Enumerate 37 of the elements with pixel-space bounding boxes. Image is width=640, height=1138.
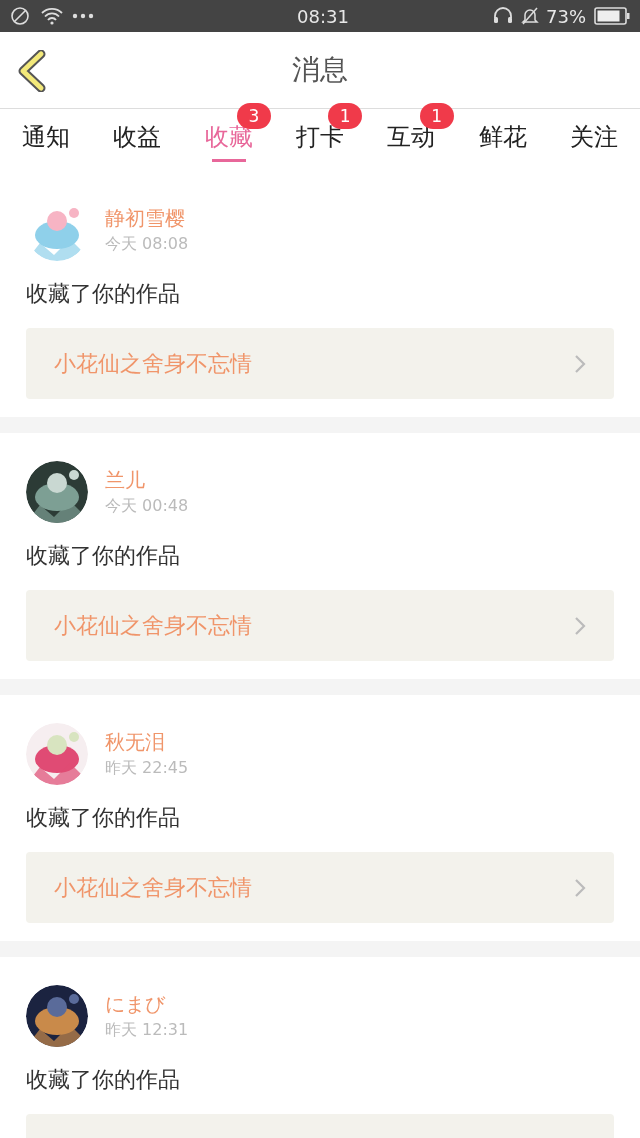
wifi-icon: [40, 6, 64, 26]
more-icon: [72, 13, 94, 19]
user-name[interactable]: 兰儿: [105, 466, 189, 494]
message-time: 今天 08:08: [105, 233, 189, 255]
user-name[interactable]: 静初雪樱: [105, 204, 189, 232]
work-link[interactable]: 小花仙之舍身不忘情: [26, 852, 614, 923]
do-not-disturb-icon: [10, 6, 30, 26]
bell-off-icon: [520, 6, 540, 26]
tab[interactable]: 关注: [570, 117, 619, 157]
back-button[interactable]: [16, 50, 48, 92]
selected-tab-indicator: [211, 159, 246, 162]
user-name[interactable]: 秋无泪: [105, 728, 189, 756]
battery-icon: [594, 7, 630, 25]
message-text: 收藏了你的作品: [26, 804, 181, 832]
tab[interactable]: 收益: [113, 117, 162, 157]
headset-icon: [492, 6, 514, 26]
message-text: 收藏了你的作品: [26, 280, 181, 308]
work-link[interactable]: 小花仙之舍身不忘情: [26, 328, 614, 399]
message-time: 今天 00:48: [105, 495, 189, 517]
work-title: 小花仙之舍身不忘情: [54, 874, 253, 902]
work-link[interactable]: 小花仙之舍身不忘情: [26, 590, 614, 661]
message-time: 昨天 12:31: [105, 1019, 189, 1041]
clock: 08:31: [297, 4, 349, 29]
tab[interactable]: 通知: [21, 117, 70, 157]
page-title: 消息: [292, 52, 348, 88]
chevron-right-icon: [574, 877, 586, 898]
battery-percent: 73%: [546, 4, 586, 29]
work-title: 小花仙之舍身不忘情: [54, 612, 253, 640]
message-text: 收藏了你的作品: [26, 1066, 181, 1094]
back-chevron-icon: [17, 50, 47, 92]
message-text: 收藏了你的作品: [26, 542, 181, 570]
work-title: 小花仙之舍身不忘情: [54, 350, 253, 378]
chevron-right-icon: [574, 353, 586, 374]
chevron-right-icon: [574, 615, 586, 636]
user-name[interactable]: にまび: [105, 990, 189, 1018]
tab[interactable]: 鲜花: [478, 117, 527, 157]
message-time: 昨天 22:45: [105, 757, 189, 779]
